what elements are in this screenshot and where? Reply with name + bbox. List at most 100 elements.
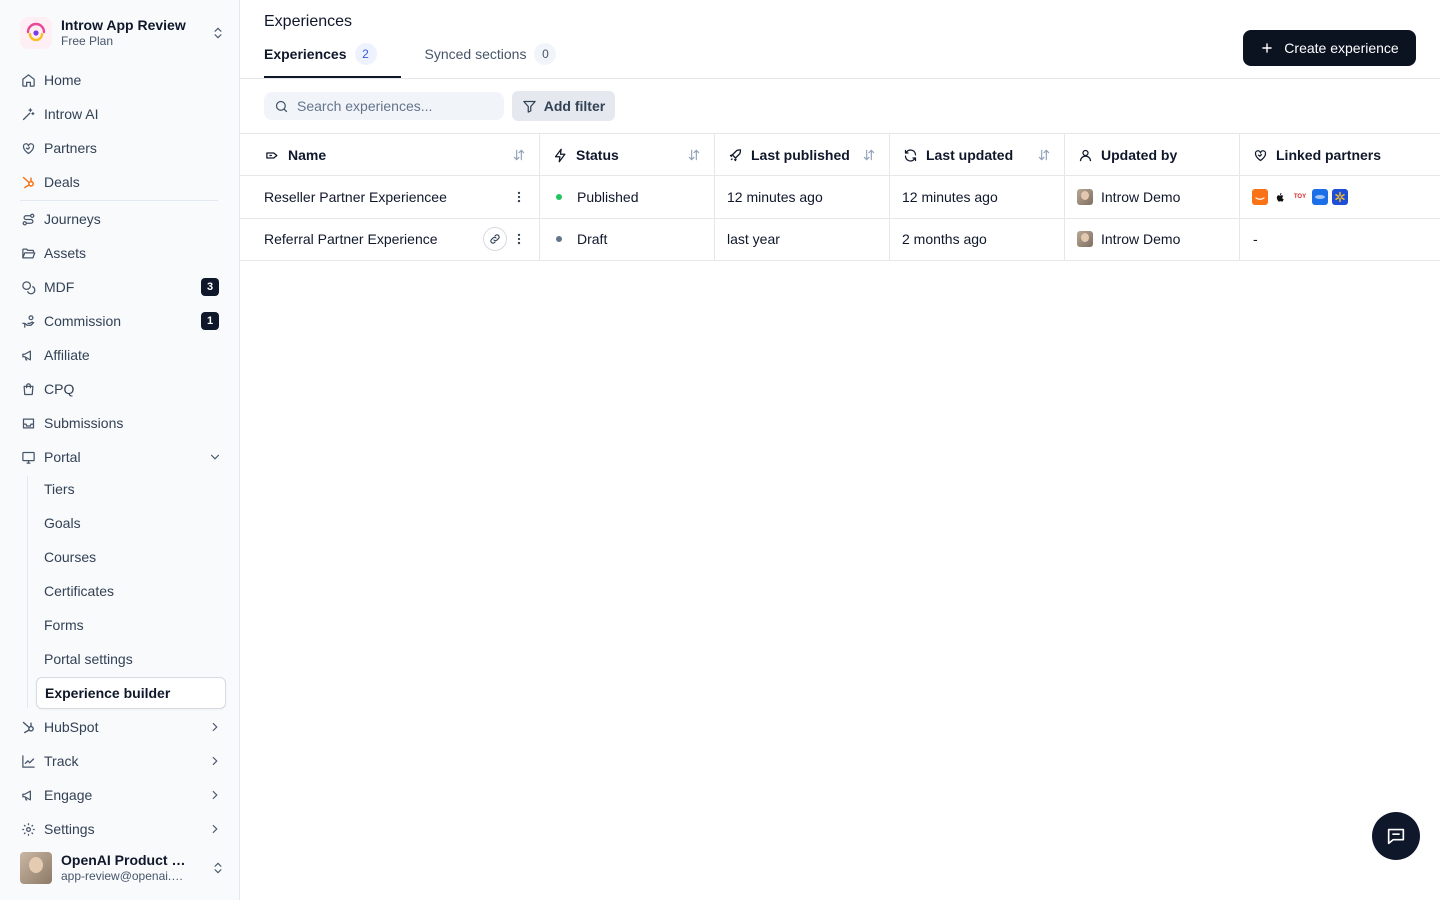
apple-logo-icon: [1272, 189, 1288, 205]
search-box: [264, 92, 504, 120]
sidebar-subitem-forms[interactable]: Forms: [36, 610, 226, 640]
sidebar-item-cpq[interactable]: CPQ: [12, 374, 228, 404]
updated-by-name: Introw Demo: [1101, 189, 1181, 205]
inbox-icon: [20, 415, 36, 431]
sidebar-item-portal[interactable]: Portal: [12, 442, 228, 472]
sidebar-item-introw-ai[interactable]: Introw AI: [12, 99, 228, 129]
sort-arrows-icon[interactable]: [686, 147, 702, 163]
status-text: Draft: [577, 231, 608, 247]
avatar: [1077, 189, 1093, 205]
avatar: [20, 852, 52, 884]
amazon-logo-icon: [1252, 189, 1268, 205]
sidebar-item-label: Track: [44, 753, 79, 769]
more-vertical-icon[interactable]: [511, 231, 527, 247]
samsung-logo-icon: [1312, 189, 1328, 205]
cell-status: Published: [540, 176, 715, 218]
sidebar-subitem-tiers[interactable]: Tiers: [36, 474, 226, 504]
lightning-icon: [552, 147, 568, 163]
experience-name: Reseller Partner Experiencee: [264, 189, 447, 205]
header-divider: [240, 78, 1440, 79]
cell-name[interactable]: Reseller Partner Experiencee: [252, 176, 540, 218]
more-vertical-icon[interactable]: [511, 189, 527, 205]
updated-by-name: Introw Demo: [1101, 231, 1181, 247]
sidebar-item-home[interactable]: Home: [12, 65, 228, 95]
coins-icon: [20, 279, 36, 295]
chat-support-button[interactable]: [1372, 812, 1420, 860]
cell-updated-by: Introw Demo: [1065, 176, 1240, 218]
status-dot-published: [556, 194, 562, 200]
megaphone-icon: [20, 787, 36, 803]
walmart-logo-icon: [1332, 189, 1348, 205]
sidebar-item-label: Commission: [44, 313, 122, 329]
hubspot-icon: [20, 174, 36, 190]
sort-arrows-icon[interactable]: [511, 147, 527, 163]
sidebar-item-label: Introw AI: [44, 106, 99, 122]
search-input[interactable]: [297, 98, 493, 114]
sidebar-item-label: Assets: [44, 245, 87, 261]
sidebar-group-track[interactable]: Track: [12, 746, 228, 776]
sidebar-group-hubspot[interactable]: HubSpot: [12, 712, 228, 742]
cell-name[interactable]: Referral Partner Experience: [252, 218, 540, 260]
sidebar-group-engage[interactable]: Engage: [12, 780, 228, 810]
cell-last-updated: 2 months ago: [890, 218, 1065, 260]
sort-arrows-icon[interactable]: [1036, 147, 1052, 163]
tab-experiences[interactable]: Experiences 2: [264, 40, 400, 78]
cell-updated-by: Introw Demo: [1065, 218, 1240, 260]
chat-bubble-icon: [1385, 825, 1407, 847]
sidebar-subitem-goals[interactable]: Goals: [36, 508, 226, 538]
experience-name: Referral Partner Experience: [264, 231, 438, 247]
column-label: Linked partners: [1276, 147, 1382, 163]
user-menu[interactable]: OpenAI Product Review app-review@openai.…: [20, 852, 226, 884]
monitor-icon: [20, 449, 36, 465]
handshake-heart-icon: [1252, 147, 1268, 163]
column-header-status[interactable]: Status: [540, 134, 715, 176]
sidebar-item-submissions[interactable]: Submissions: [12, 408, 228, 438]
column-header-updated-by[interactable]: Updated by: [1065, 134, 1240, 176]
sidebar-item-journeys[interactable]: Journeys: [12, 204, 228, 234]
toys-r-us-logo-icon: TOY: [1292, 189, 1308, 205]
link-icon[interactable]: [483, 227, 507, 251]
sidebar-subitem-experience-builder[interactable]: Experience builder: [36, 677, 226, 709]
user-email: app-review@openai.com: [61, 869, 189, 883]
column-header-last-updated[interactable]: Last updated: [890, 134, 1065, 176]
sort-arrows-icon[interactable]: [861, 147, 877, 163]
add-filter-button[interactable]: Add filter: [512, 91, 615, 121]
sidebar-item-partners[interactable]: Partners: [12, 133, 228, 163]
create-experience-label: Create experience: [1284, 40, 1399, 56]
status-text: Published: [577, 189, 639, 205]
sidebar: Introw App Review Free Plan Home Introw …: [0, 0, 240, 900]
workspace-switcher[interactable]: Introw App Review Free Plan: [20, 16, 226, 50]
filter-icon: [522, 99, 537, 114]
column-header-last-published[interactable]: Last published: [715, 134, 890, 176]
sidebar-item-label: Deals: [44, 174, 80, 190]
sidebar-item-affiliate[interactable]: Affiliate: [12, 340, 228, 370]
sidebar-group-settings[interactable]: Settings: [12, 814, 228, 844]
sidebar-divider: [20, 200, 218, 201]
tab-count-badge: 0: [534, 43, 557, 65]
chevron-down-icon: [207, 449, 223, 465]
plus-icon: [1260, 41, 1274, 55]
sidebar-item-deals[interactable]: Deals: [12, 167, 228, 197]
cell-last-published: last year: [715, 218, 890, 260]
cell-last-updated: 12 minutes ago: [890, 176, 1065, 218]
column-label: Last updated: [926, 147, 1014, 163]
sidebar-subitem-portal-settings[interactable]: Portal settings: [36, 644, 226, 674]
sidebar-item-mdf[interactable]: MDF 3: [12, 272, 228, 302]
sidebar-item-commission[interactable]: Commission 1: [12, 306, 228, 336]
sidebar-item-assets[interactable]: Assets: [12, 238, 228, 268]
column-header-name[interactable]: Name: [252, 134, 540, 176]
sidebar-subitem-courses[interactable]: Courses: [36, 542, 226, 572]
tab-label: Experiences: [264, 46, 347, 62]
column-header-linked-partners[interactable]: Linked partners: [1240, 134, 1440, 176]
chevrons-up-down-icon: [210, 25, 226, 41]
chevron-right-icon: [207, 753, 223, 769]
sidebar-subitem-certificates[interactable]: Certificates: [36, 576, 226, 606]
tab-synced-sections[interactable]: Synced sections 0: [425, 40, 557, 78]
chevrons-up-down-icon: [210, 860, 226, 876]
route-icon: [20, 211, 36, 227]
refresh-icon: [902, 147, 918, 163]
create-experience-button[interactable]: Create experience: [1243, 30, 1416, 66]
chevron-right-icon: [207, 719, 223, 735]
hand-coins-icon: [20, 313, 36, 329]
user-icon: [1077, 147, 1093, 163]
